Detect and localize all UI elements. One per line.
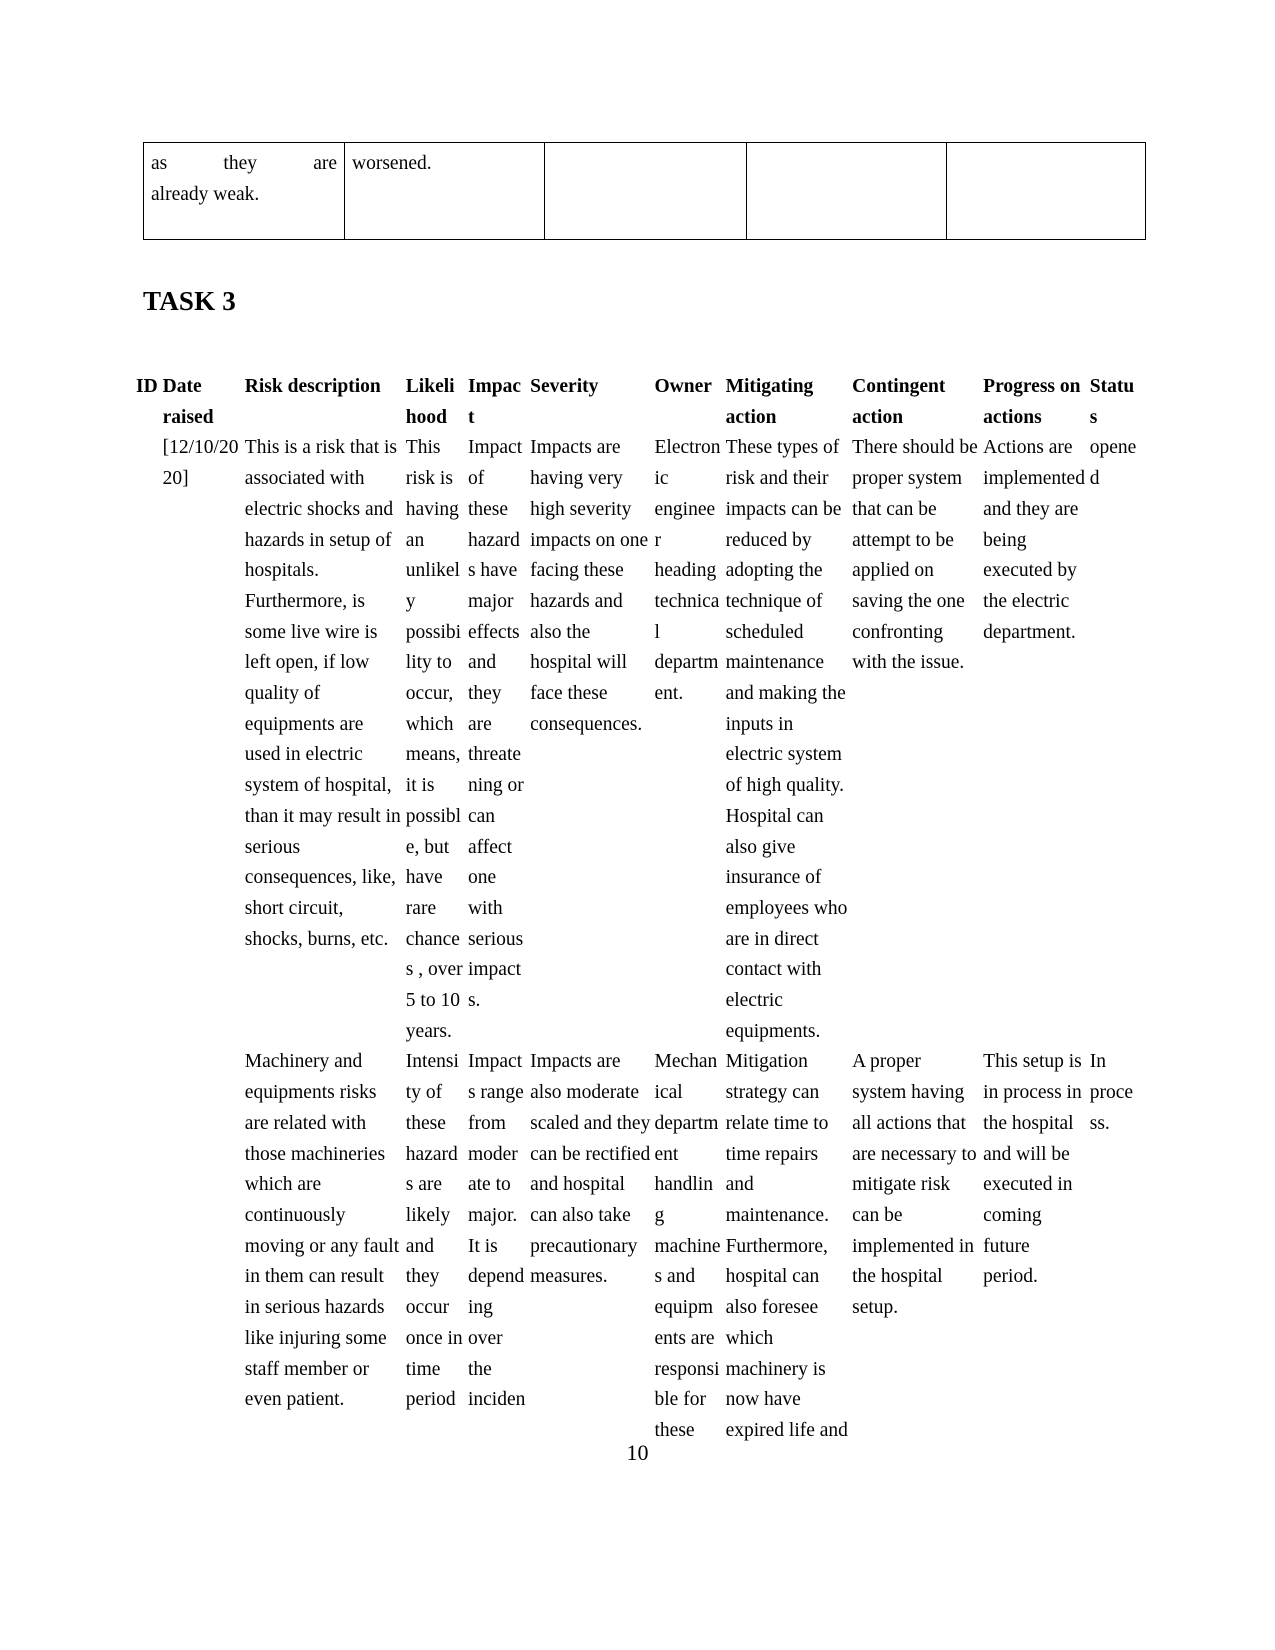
cell-empty-1 [544,142,747,240]
table-row: [12/10/2020] This is a risk that is asso… [136,433,1142,1047]
cell-contingent-action: There should be proper system that can b… [852,437,978,674]
continuation-table: as they are already weak. worsened. [143,142,1146,240]
document-page: as they are already weak. worsened. TASK… [0,0,1275,1650]
cell-line-last: already weak. [151,183,260,205]
col-header-mitigating-action: Mitigating action [725,376,814,428]
cell-text-continuation: as they are already weak. [143,142,345,240]
cell-likelihood: Intensity of these hazards are likely an… [405,1051,463,1411]
cell-mitigating-action: These types of risk and their impacts ca… [725,437,848,1042]
risk-register-table: ID Date raised Risk description Likeliho… [136,372,1142,1447]
cell-severity: Impacts are having very high severity im… [530,437,649,735]
cell-date-raised: [12/10/2020] [162,437,239,490]
cell-line-first: as they are [151,153,337,174]
cell-empty-2 [746,142,947,240]
col-header-progress-on-actions: Progress on actions [983,376,1081,428]
page-title: TASK 3 [143,286,236,316]
cell-date-raised [163,1047,245,1446]
col-header-contingent-action: Contingent action [852,376,946,428]
table-row: Machinery and equipments risks are relat… [136,1047,1142,1446]
cell-risk-description: Machinery and equipments risks are relat… [244,1051,400,1411]
cell-owner: Mechanical department handling machines … [654,1051,721,1441]
cell-status: In process. [1089,1051,1134,1134]
cell-worsened: worsened. [344,142,545,240]
cell-progress-on-actions: Actions are implemented and they are bei… [983,437,1085,643]
col-header-risk-description: Risk description [244,376,381,397]
cell-progress-on-actions: This setup is in process in the hospital… [983,1051,1082,1288]
table-header-row: ID Date raised Risk description Likeliho… [136,372,1142,433]
col-header-impact: Impact [467,376,522,428]
col-header-severity: Severity [530,376,599,397]
cell-risk-description: This is a risk that is associated with e… [244,437,401,950]
page-number: 10 [626,1440,649,1465]
cell-mitigating-action: Mitigation strategy can relate time to t… [725,1051,848,1441]
col-header-likelihood: Likelihood [405,376,455,428]
col-header-status: Status [1089,376,1135,428]
col-header-id: ID [136,376,158,397]
cell-likelihood: This risk is having an unlikely possibil… [405,437,463,1042]
cell-empty-3 [946,142,1146,240]
cell-contingent-action: A proper system having all actions that … [852,1051,977,1319]
col-header-owner: Owner [654,376,712,397]
cell-id [136,1047,163,1446]
cell-owner: Electronic engineer heading technical de… [654,437,721,705]
cell-impact: Impacts range from moderate to major. It… [467,1051,526,1411]
table-row: as they are already weak. worsened. [143,142,1146,240]
col-header-date-raised: Date raised [162,376,214,428]
cell-status: opened [1089,437,1137,490]
cell-id [136,433,163,1047]
cell-impact: Impact of these hazards have major effec… [467,437,524,1012]
cell-severity: Impacts are also moderate scaled and the… [530,1051,651,1288]
